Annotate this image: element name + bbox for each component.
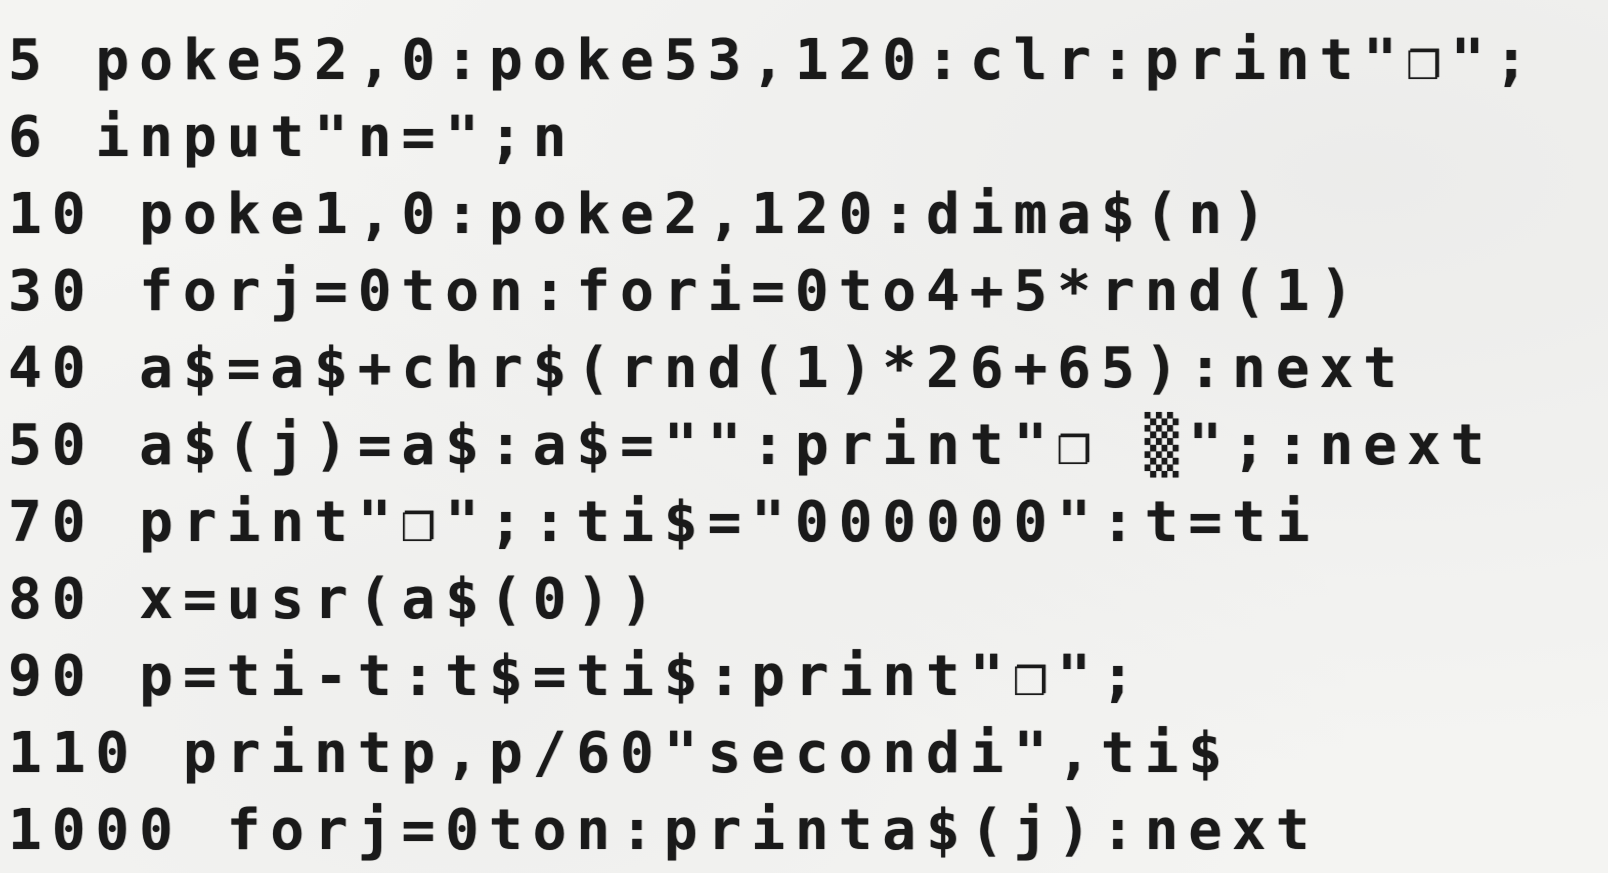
code-line: 50 a$(j)=a$:a$="":print"❐ ▒";:next (8, 413, 1495, 478)
basic-code-listing: 5 poke52,0:poke53,120:clr:print"❐"; 6 in… (8, 22, 1598, 869)
code-line: 80 x=usr(a$(0)) (8, 567, 664, 632)
code-line: 90 p=ti-t:t$=ti$:print"❐"; (8, 644, 1145, 709)
code-line: 6 input"n=";n (8, 105, 577, 170)
code-line: 1000 forj=0ton:printa$(j):next (8, 798, 1320, 863)
code-line: 5 poke52,0:poke53,120:clr:print"❐"; (8, 28, 1539, 93)
code-line: 40 a$=a$+chr$(rnd(1)*26+65):next (8, 336, 1407, 401)
code-line: 110 printp,p/60"secondi",ti$ (8, 721, 1233, 786)
code-line: 10 poke1,0:poke2,120:dima$(n) (8, 182, 1276, 247)
scanned-page: 5 poke52,0:poke53,120:clr:print"❐"; 6 in… (0, 0, 1608, 873)
code-line: 30 forj=0ton:fori=0to4+5*rnd(1) (8, 259, 1364, 324)
code-line: 70 print"❐";:ti$="000000":t=ti (8, 490, 1320, 555)
